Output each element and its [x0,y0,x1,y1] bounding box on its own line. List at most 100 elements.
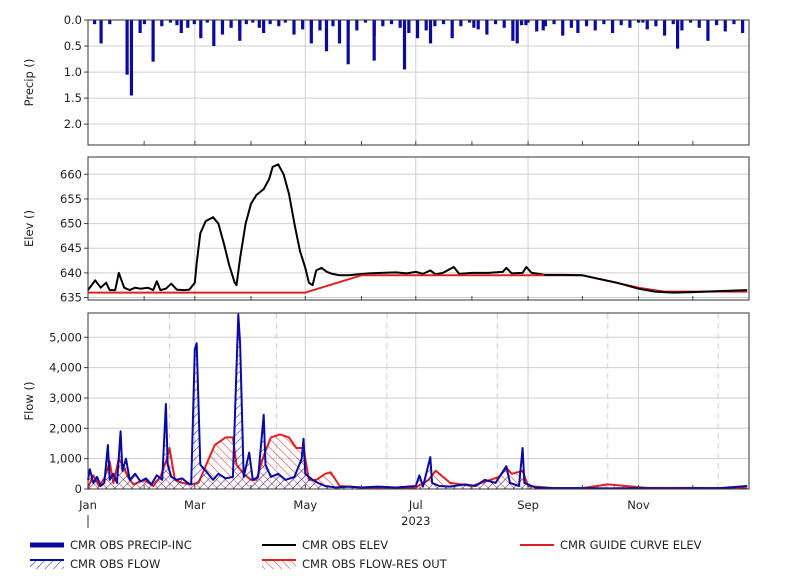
obs-elev-line [544,273,748,294]
x-tick-label: May [293,498,317,512]
flow-area [88,314,748,489]
precip-bar [129,20,134,96]
obs-elev-line [87,163,545,292]
precip-bar [524,20,528,26]
precip-bar [502,20,506,28]
precip-bar [602,20,606,25]
precip-bar [212,20,216,47]
precip-bar [192,20,196,25]
precip-bar [93,20,97,25]
precip-bar [381,20,385,27]
precip-bar [433,20,437,27]
panel-frame [87,19,750,146]
y-tick-label: 2,000 [49,421,82,435]
precip-bar [402,20,407,70]
precip-bar [175,20,179,26]
precip-bar [125,20,129,75]
precip-bar [552,20,556,25]
y-tick-label: 645 [60,241,82,255]
precip-bar [441,20,446,25]
y-axis-label: Flow () [22,382,36,421]
y-tick-label: 0.0 [64,13,82,27]
precip-bar [723,20,727,32]
precip-bar [301,20,305,30]
precip-bar [346,20,350,65]
precip-bar [318,20,322,31]
precip-bar [138,20,142,34]
legend-item-res-out: CMR OBS FLOW-RES OUT [262,557,447,571]
precip-bar [541,20,545,31]
precip-bar [142,20,147,25]
precip-bar [238,20,242,41]
precip-bar [199,20,203,39]
precip-bar [519,20,524,26]
y-tick-label: 5,000 [49,330,82,344]
precip-bar [398,20,402,28]
precip-bar [680,20,684,31]
x-tick-label: Jan [78,498,97,512]
x-tick-label: Jul [408,498,423,512]
legend-item-guide-curve: CMR GUIDE CURVE ELEV [520,538,702,552]
precip-bar [277,20,281,27]
precip-bar [511,20,515,41]
legend-swatch-flow [30,558,64,570]
legend-label-guide-curve: CMR GUIDE CURVE ELEV [560,538,702,552]
x-tick-label: Sep [517,498,539,512]
x-tick-label: Mar [184,498,206,512]
panel-frame [87,156,750,301]
y-tick-label: 1.5 [64,91,82,105]
precip-bar [593,20,597,31]
precip-bar [331,20,335,27]
legend-label-elev: CMR OBS ELEV [302,538,389,552]
precip-bar [337,20,342,44]
precip-bar [584,20,589,27]
precip-bar [515,20,519,44]
precip-bar [229,20,233,28]
precip-bar [309,20,313,44]
precip-bar [424,20,428,31]
precip-bar [561,20,565,36]
precip-bar [415,20,420,39]
precip-bar [619,20,623,26]
legend-swatch-precip [30,539,64,551]
precip-bar [179,20,183,34]
legend-label-res-out: CMR OBS FLOW-RES OUT [302,557,447,571]
y-tick-label: 650 [60,217,82,231]
precip-bar [372,20,376,61]
legend-label-precip: CMR OBS PRECIP-INC [70,538,192,552]
precip-bar [476,20,480,30]
precip-bar [257,20,261,28]
precip-bar [355,20,359,31]
precip-bar [108,20,112,25]
precip-bar [244,20,248,25]
precip-bar [675,20,680,49]
y-tick-label: 640 [60,266,82,280]
y-tick-label: 4,000 [49,361,82,375]
hydrograph-chart: 0.0 0.5 1.0 1.5 2.0 Precip () 635 640 645 650 655 6… [22,13,750,528]
precip-bar [292,20,296,35]
y-tick-label: 0.5 [64,39,82,53]
precip-bar [324,20,329,52]
precip-bar [610,20,615,34]
precip-bar [645,20,649,30]
precip-bar [450,20,454,39]
y-axis-label: Elev () [22,210,36,247]
y-tick-label: 635 [60,291,82,305]
precip-bar [628,20,632,28]
precip-bar [428,20,433,44]
precip-bar [714,20,719,26]
y-tick-label: 655 [60,192,82,206]
precip-bar [671,20,675,25]
precip-bar [262,20,266,34]
precip-bar [459,20,463,27]
x-tick-label: Nov [627,498,650,512]
x-axis-label: 2023 [401,514,430,528]
flow-line [87,313,748,490]
precip-bar [493,20,498,25]
precip-bar [732,20,736,25]
y-axis-label: Precip () [22,59,36,107]
precip-bar [99,20,103,44]
legend-swatch-res-out [262,558,296,570]
y-tick-label: 0 [75,482,82,496]
precip-bar [535,20,539,32]
